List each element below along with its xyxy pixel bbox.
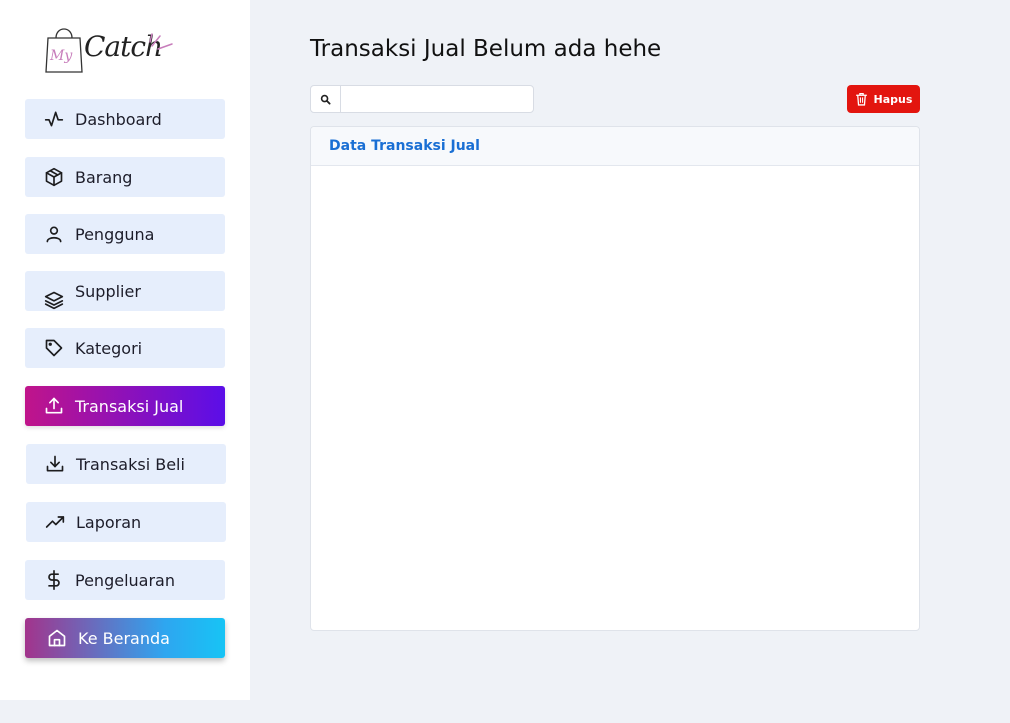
sidebar-item-pengguna[interactable]: Pengguna [25, 214, 225, 254]
dollar-icon [43, 569, 65, 591]
sidebar-item-transaksi-beli[interactable]: Transaksi Beli [26, 444, 226, 484]
sidebar-item-label: Transaksi Beli [76, 454, 185, 474]
sparkle-icon [149, 33, 173, 50]
search-input[interactable] [341, 86, 533, 112]
upload-icon [43, 395, 65, 417]
home-icon [46, 627, 68, 649]
card-title: Data Transaksi Jual [329, 138, 480, 154]
download-icon [44, 453, 66, 475]
page-title: Transaksi Jual Belum ada hehe [310, 36, 662, 62]
user-icon [43, 223, 65, 245]
search-icon [320, 94, 331, 105]
sidebar-item-label: Supplier [75, 281, 141, 301]
sidebar-item-laporan[interactable]: Laporan [26, 502, 226, 542]
home-button-label: Ke Beranda [78, 628, 170, 648]
sidebar-item-barang[interactable]: Barang [25, 157, 225, 197]
sidebar-item-supplier[interactable]: Supplier [25, 271, 225, 311]
logo-prefix: My [50, 48, 73, 64]
trash-icon [855, 92, 867, 106]
sidebar-item-label: Pengguna [75, 224, 155, 244]
sidebar-item-kategori[interactable]: Kategori [25, 328, 225, 368]
delete-button[interactable]: Hapus [847, 85, 920, 113]
card-header: Data Transaksi Jual [311, 127, 919, 166]
sidebar-item-dashboard[interactable]: Dashboard [25, 99, 225, 139]
delete-button-label: Hapus [873, 92, 913, 106]
sidebar-item-label: Barang [75, 167, 133, 187]
search-button[interactable] [311, 86, 341, 112]
sidebar-item-pengeluaran[interactable]: Pengeluaran [25, 560, 225, 600]
box-icon [43, 166, 65, 188]
activity-icon [43, 108, 65, 130]
transactions-card: Data Transaksi Jual [310, 126, 920, 631]
sidebar-item-label: Laporan [76, 512, 142, 532]
search-box [310, 85, 534, 113]
brand-logo[interactable]: My Catch [44, 20, 174, 76]
sidebar: My Catch Dashboard Barang Pengguna Suppl… [0, 0, 250, 700]
sidebar-item-label: Dashboard [75, 109, 162, 129]
sidebar-item-transaksi-jual[interactable]: Transaksi Jual [25, 386, 225, 426]
sidebar-item-label: Kategori [75, 338, 143, 358]
app-root: My Catch Dashboard Barang Pengguna Suppl… [0, 0, 1010, 723]
layers-icon [43, 289, 65, 311]
home-button[interactable]: Ke Beranda [25, 618, 225, 658]
tag-icon [43, 337, 65, 359]
sidebar-item-label: Transaksi Jual [75, 396, 184, 416]
trending-up-icon [44, 511, 66, 533]
sidebar-item-label: Pengeluaran [75, 570, 175, 590]
